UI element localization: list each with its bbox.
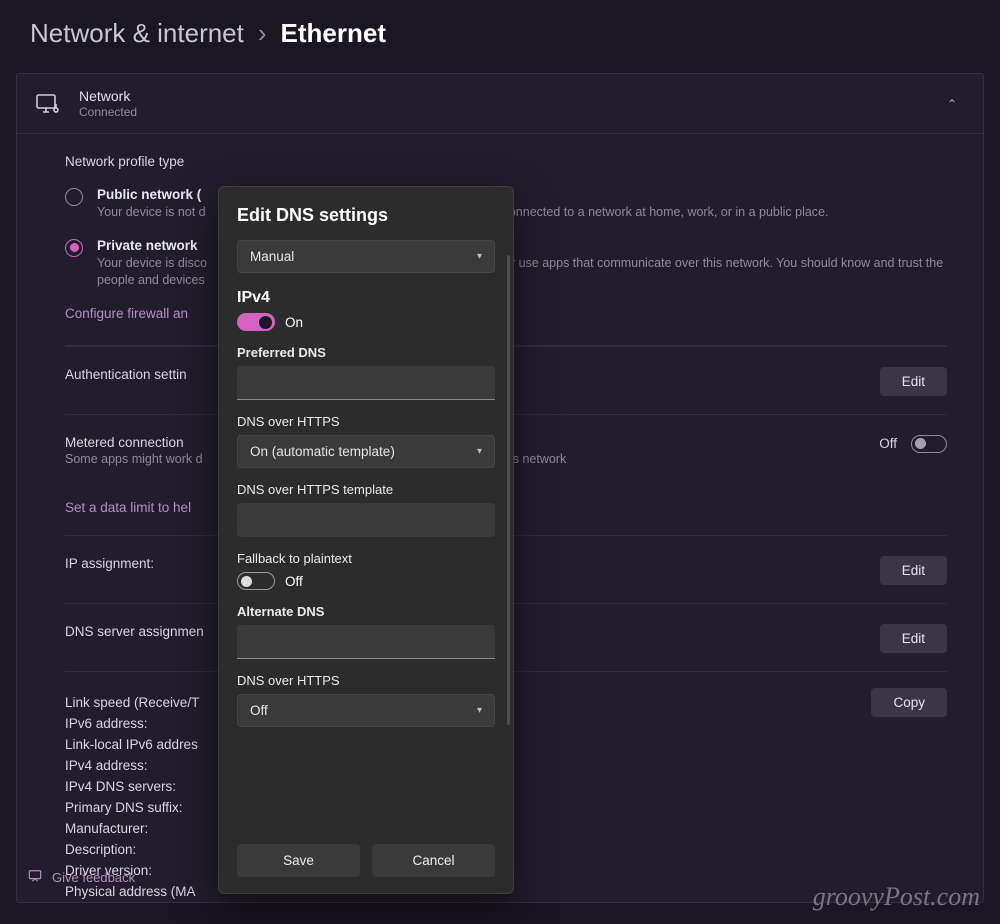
detail-link-speed: Link speed (Receive/T — [65, 692, 199, 713]
detail-ipv6: IPv6 address: — [65, 713, 199, 734]
ipv4-heading: IPv4 — [237, 289, 495, 307]
doh2-label: DNS over HTTPS — [237, 673, 495, 688]
preferred-dns-input[interactable] — [237, 366, 495, 400]
breadcrumb: Network & internet › Ethernet — [0, 0, 1000, 73]
metered-toggle[interactable] — [911, 435, 947, 453]
fallback-state: Off — [285, 574, 303, 589]
doh-label: DNS over HTTPS — [237, 414, 495, 429]
detail-manufacturer: Manufacturer: — [65, 818, 199, 839]
save-button[interactable]: Save — [237, 844, 360, 877]
breadcrumb-parent[interactable]: Network & internet — [30, 18, 244, 49]
doh2-select[interactable]: Off ▾ — [237, 694, 495, 727]
private-network-desc-pre: Your device is disco — [97, 256, 207, 270]
auth-label: Authentication settin — [65, 367, 187, 382]
dialog-title: Edit DNS settings — [237, 205, 495, 226]
doh-value: On (automatic template) — [250, 444, 395, 459]
card-header[interactable]: Network Connected ⌃ — [17, 74, 983, 134]
profile-type-label: Network profile type — [65, 154, 947, 169]
feedback-link[interactable]: Give feedback — [28, 869, 135, 886]
detail-ipv4-dns: IPv4 DNS servers: — [65, 776, 199, 797]
detail-primary-suffix: Primary DNS suffix: — [65, 797, 199, 818]
copy-button[interactable]: Copy — [871, 688, 947, 717]
preferred-dns-label: Preferred DNS — [237, 345, 495, 360]
dns-mode-value: Manual — [250, 249, 294, 264]
ip-edit-button[interactable]: Edit — [880, 556, 947, 585]
scrollbar[interactable] — [507, 255, 510, 725]
public-network-desc: Your device is not d — [97, 205, 206, 219]
watermark: groovyPost.com — [813, 882, 980, 912]
dns-edit-button[interactable]: Edit — [880, 624, 947, 653]
detail-ipv4: IPv4 address: — [65, 755, 199, 776]
doh2-value: Off — [250, 703, 268, 718]
radio-icon[interactable] — [65, 188, 83, 206]
alternate-dns-label: Alternate DNS — [237, 604, 495, 619]
doh-template-field — [237, 503, 495, 537]
monitor-icon — [35, 92, 61, 116]
metered-sub-pre: Some apps might work d — [65, 452, 203, 466]
metered-state: Off — [879, 436, 897, 451]
chevron-down-icon: ▾ — [477, 446, 482, 457]
chevron-down-icon: ▾ — [477, 705, 482, 716]
auth-edit-button[interactable]: Edit — [880, 367, 947, 396]
fallback-label: Fallback to plaintext — [237, 551, 495, 566]
breadcrumb-separator: › — [258, 18, 267, 49]
dns-label: DNS server assignmen — [65, 624, 204, 639]
connection-status: Connected — [79, 105, 929, 119]
alternate-dns-input[interactable] — [237, 625, 495, 659]
radio-icon-selected[interactable] — [65, 239, 83, 257]
chevron-down-icon: ▾ — [477, 251, 482, 262]
feedback-label: Give feedback — [52, 870, 135, 885]
network-name: Network — [79, 88, 929, 104]
chevron-up-icon[interactable]: ⌃ — [947, 97, 957, 111]
detail-description: Description: — [65, 839, 199, 860]
doh-select[interactable]: On (automatic template) ▾ — [237, 435, 495, 468]
ipv4-toggle[interactable] — [237, 313, 275, 331]
ip-label: IP assignment: — [65, 556, 154, 571]
detail-link-local: Link-local IPv6 addres — [65, 734, 199, 755]
cancel-button[interactable]: Cancel — [372, 844, 495, 877]
doh-template-label: DNS over HTTPS template — [237, 482, 495, 497]
breadcrumb-current: Ethernet — [281, 18, 386, 49]
dns-mode-select[interactable]: Manual ▾ — [237, 240, 495, 273]
fallback-toggle[interactable] — [237, 572, 275, 590]
public-network-desc-tail: connected to a network at home, work, or… — [503, 205, 829, 219]
ipv4-toggle-state: On — [285, 315, 303, 330]
edit-dns-dialog: Edit DNS settings Manual ▾ IPv4 On Prefe… — [218, 186, 514, 894]
feedback-icon — [28, 869, 42, 886]
